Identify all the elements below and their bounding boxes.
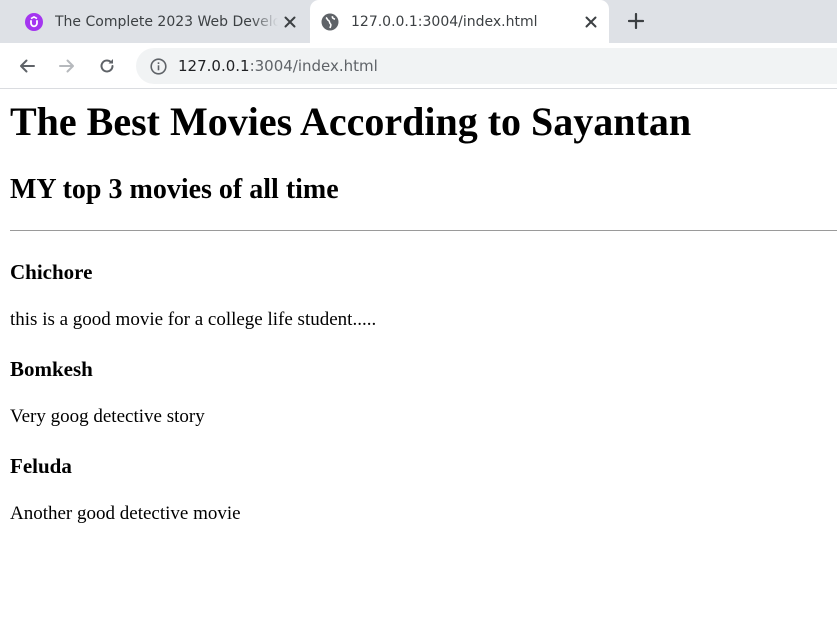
udemy-icon [24, 12, 44, 32]
divider [10, 230, 837, 231]
address-bar[interactable]: 127.0.0.1:3004/index.html [136, 48, 837, 84]
tab-strip: The Complete 2023 Web Development Bootca… [0, 0, 837, 43]
reload-icon [98, 57, 116, 75]
close-icon[interactable] [278, 10, 302, 34]
url-text: 127.0.0.1:3004/index.html [178, 57, 378, 75]
movie-description-bomkesh: Very goog detective story [10, 406, 205, 427]
tab-title: The Complete 2023 Web Development Bootca… [55, 13, 278, 30]
close-icon[interactable] [579, 10, 603, 34]
movie-description-chichore: this is a good movie for a college life … [10, 309, 377, 330]
url-host: 127.0.0.1 [178, 57, 250, 75]
reload-button[interactable] [93, 52, 121, 80]
tab-udemy-course[interactable]: The Complete 2023 Web Development Bootca… [14, 0, 308, 43]
page-content: The Best Movies According to Sayantan MY… [0, 90, 837, 640]
forward-arrow-icon [58, 57, 76, 75]
page-title: The Best Movies According to Sayantan [10, 99, 692, 144]
back-arrow-icon [18, 57, 36, 75]
info-icon[interactable] [148, 56, 168, 76]
movie-title-feluda: Feluda [10, 454, 72, 478]
tab-index-html[interactable]: 127.0.0.1:3004/index.html [310, 0, 609, 43]
new-tab-button[interactable] [622, 7, 650, 35]
url-path: :3004/index.html [249, 57, 378, 75]
forward-button[interactable] [53, 52, 81, 80]
tab-title: 127.0.0.1:3004/index.html [351, 13, 538, 30]
plus-icon [628, 13, 644, 29]
globe-icon [320, 12, 340, 32]
movie-description-feluda: Another good detective movie [10, 503, 241, 524]
movie-title-chichore: Chichore [10, 260, 93, 284]
back-button[interactable] [13, 52, 41, 80]
movie-title-bomkesh: Bomkesh [10, 357, 93, 381]
browser-toolbar: 127.0.0.1:3004/index.html [0, 43, 837, 89]
page-subtitle: MY top 3 movies of all time [10, 174, 339, 205]
